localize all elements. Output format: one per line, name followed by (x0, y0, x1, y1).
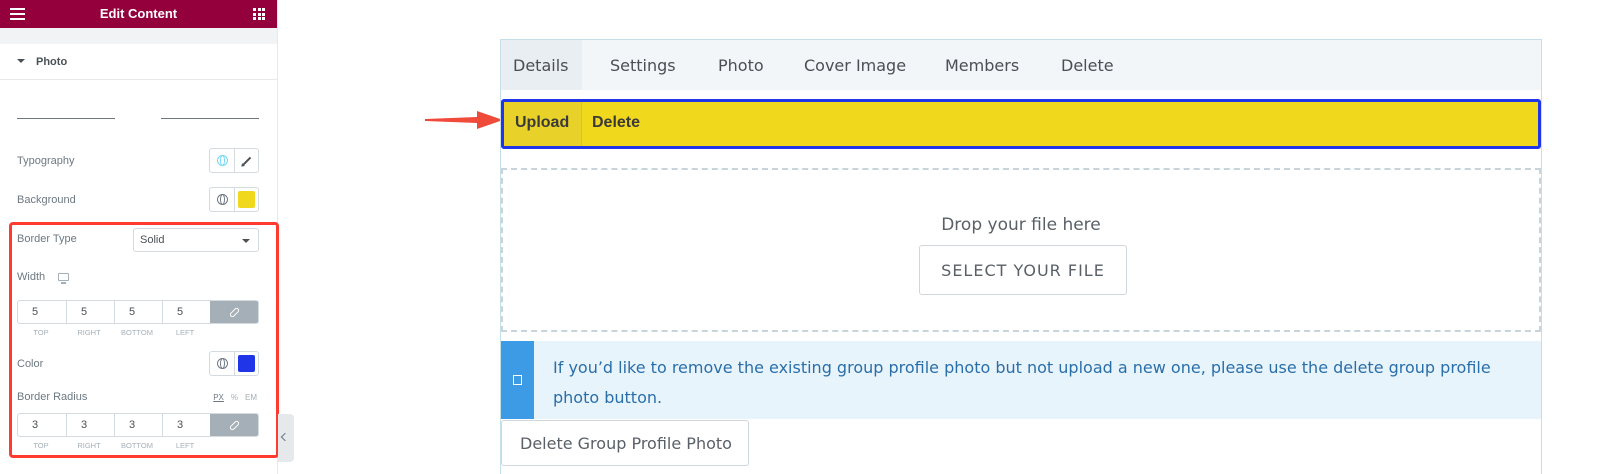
unit-px[interactable]: PX (213, 393, 224, 402)
typography-globals-button[interactable] (210, 149, 234, 172)
pointer-arrow-icon (425, 111, 503, 129)
border-color-globals-button[interactable] (210, 352, 234, 375)
width-label: Width (17, 271, 46, 283)
chevron-down-icon (242, 239, 250, 243)
background-label: Background (17, 194, 76, 206)
radius-dim-labels: TOP RIGHT BOTTOM LEFT (17, 441, 211, 450)
state-tabs (17, 118, 259, 120)
globe-icon (216, 358, 228, 369)
select-file-button[interactable]: SELECT YOUR FILE (919, 245, 1127, 295)
background-globals-button[interactable] (210, 188, 234, 211)
dim-label-left: LEFT (175, 441, 195, 450)
pencil-icon (242, 156, 251, 165)
border-color-controls (209, 351, 259, 376)
width-dim-labels: TOP RIGHT BOTTOM LEFT (17, 328, 211, 337)
border-type-value: Solid (140, 234, 165, 246)
typography-controls (209, 148, 259, 173)
editor-panel: Edit Content Photo Typography Background… (0, 0, 279, 474)
dim-label-top: TOP (33, 441, 49, 450)
radius-top-input[interactable]: 3 (18, 414, 66, 436)
tab-details[interactable]: Details (501, 40, 582, 90)
background-color-swatch (238, 191, 255, 208)
tab-photo[interactable]: Photo (718, 40, 764, 90)
dim-label-bottom: BOTTOM (121, 441, 153, 450)
drop-text: Drop your file here (941, 215, 1101, 235)
section-photo-toggle[interactable]: Photo (0, 44, 277, 80)
info-icon (513, 375, 522, 385)
subnav-upload[interactable]: Upload (504, 102, 582, 146)
caret-down-icon (17, 59, 25, 63)
border-color-swatch (238, 355, 255, 372)
dim-label-right: RIGHT (77, 328, 101, 337)
link-values-button[interactable] (210, 301, 258, 323)
state-tab-normal[interactable] (17, 118, 115, 119)
group-tabs: Details Settings Photo Cover Image Membe… (501, 40, 1541, 90)
section-title: Photo (36, 56, 68, 68)
link-icon (228, 419, 240, 431)
unit-em[interactable]: EM (245, 393, 257, 402)
delete-group-photo-button[interactable]: Delete Group Profile Photo (501, 420, 749, 466)
border-width-inputs: 5 5 5 5 (17, 300, 259, 324)
dim-label-left: LEFT (175, 328, 195, 337)
border-radius-label: Border Radius (17, 391, 88, 403)
globe-icon (216, 155, 228, 166)
subnav-delete[interactable]: Delete (592, 102, 640, 146)
state-tab-hover[interactable] (161, 118, 259, 119)
photo-subnav: Upload Delete (501, 99, 1541, 149)
dim-label-top: TOP (33, 328, 49, 337)
unit-percent[interactable]: % (231, 393, 238, 402)
panel-header: Edit Content (0, 0, 277, 28)
info-notice: If you’d like to remove the existing gro… (501, 341, 1541, 419)
file-dropzone[interactable]: Drop your file here SELECT YOUR FILE (501, 168, 1541, 332)
border-type-label: Border Type (17, 233, 77, 245)
link-values-button[interactable] (210, 414, 258, 436)
radius-right-input[interactable]: 3 (66, 414, 114, 436)
tab-cover-image[interactable]: Cover Image (804, 40, 906, 90)
tab-members[interactable]: Members (945, 40, 1019, 90)
radius-left-input[interactable]: 3 (162, 414, 210, 436)
width-bottom-input[interactable]: 5 (114, 301, 162, 323)
border-color-picker[interactable] (234, 352, 258, 375)
width-top-input[interactable]: 5 (18, 301, 66, 323)
tab-delete[interactable]: Delete (1061, 40, 1114, 90)
link-icon (228, 306, 240, 318)
width-left-input[interactable]: 5 (162, 301, 210, 323)
border-type-select[interactable]: Solid (133, 228, 259, 252)
background-controls (209, 187, 259, 212)
widgets-grid-icon[interactable] (253, 8, 265, 20)
group-photo-preview: Details Settings Photo Cover Image Membe… (500, 39, 1542, 474)
border-radius-inputs: 3 3 3 3 (17, 413, 259, 437)
background-color-picker[interactable] (234, 188, 258, 211)
dim-label-bottom: BOTTOM (121, 328, 153, 337)
tab-settings[interactable]: Settings (610, 40, 676, 90)
globe-icon (216, 194, 228, 205)
dim-label-right: RIGHT (77, 441, 101, 450)
typography-edit-button[interactable] (234, 149, 258, 172)
unit-switcher: PX % EM (213, 393, 257, 402)
collapse-panel-button[interactable] (278, 414, 294, 462)
panel-title: Edit Content (99, 6, 178, 21)
notice-text: If you’d like to remove the existing gro… (553, 358, 1491, 407)
panel-strip (0, 28, 277, 44)
width-right-input[interactable]: 5 (66, 301, 114, 323)
color-label: Color (17, 358, 44, 370)
typography-label: Typography (17, 155, 75, 167)
desktop-device-icon[interactable] (58, 273, 69, 284)
notice-accent (501, 341, 534, 419)
radius-bottom-input[interactable]: 3 (114, 414, 162, 436)
